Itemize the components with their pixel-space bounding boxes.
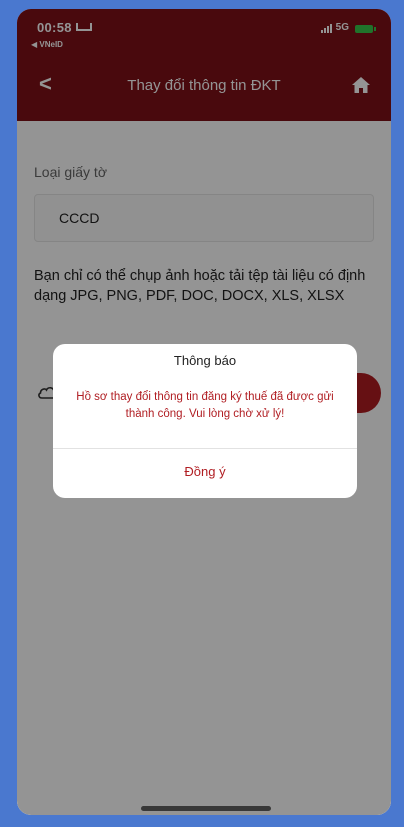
confirm-button[interactable]: Đồng ý [53, 448, 357, 498]
dialog-message: Hồ sơ thay đổi thông tin đăng ký thuế đã… [76, 391, 334, 420]
dialog-title: Thông báo [173, 353, 237, 368]
notification-dialog: Thông báo Hồ sơ thay đổi thông tin đăng … [53, 344, 357, 498]
home-indicator [141, 806, 271, 811]
